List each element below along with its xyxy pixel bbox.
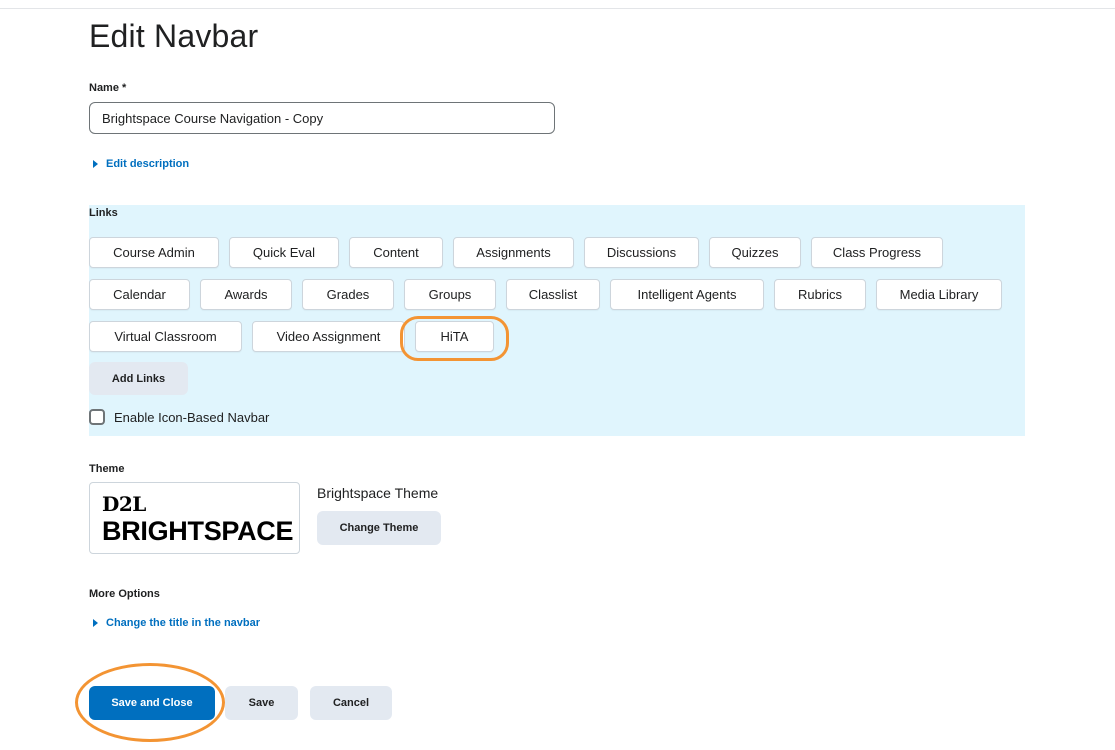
- link-chip[interactable]: Grades: [302, 279, 394, 310]
- theme-label: Theme: [89, 463, 125, 475]
- links-row-2: Calendar Awards Grades Groups Classlist …: [89, 279, 1002, 310]
- links-row-1: Course Admin Quick Eval Content Assignme…: [89, 237, 943, 268]
- more-options-label: More Options: [89, 588, 160, 600]
- link-chip[interactable]: Groups: [404, 279, 496, 310]
- add-links-button[interactable]: Add Links: [89, 362, 188, 395]
- icon-navbar-checkbox-label: Enable Icon-Based Navbar: [114, 409, 270, 425]
- theme-name: Brightspace Theme: [317, 485, 439, 501]
- links-row-3: Virtual Classroom Video Assignment HiTA: [89, 321, 494, 352]
- cancel-button[interactable]: Cancel: [310, 686, 392, 720]
- name-input[interactable]: [89, 102, 555, 134]
- caret-right-icon: [93, 160, 98, 168]
- icon-navbar-checkbox-row[interactable]: Enable Icon-Based Navbar: [89, 409, 269, 425]
- link-chip[interactable]: Quick Eval: [229, 237, 339, 268]
- link-chip[interactable]: Quizzes: [709, 237, 801, 268]
- link-chip[interactable]: Discussions: [584, 237, 699, 268]
- icon-navbar-checkbox[interactable]: [89, 409, 105, 425]
- theme-preview-card: D2L BRIGHTSPACE: [89, 482, 300, 554]
- name-label: Name *: [89, 82, 127, 94]
- save-and-close-button[interactable]: Save and Close: [89, 686, 215, 720]
- link-chip[interactable]: Rubrics: [774, 279, 866, 310]
- link-chip[interactable]: Assignments: [453, 237, 574, 268]
- change-title-label: Change the title in the navbar: [106, 617, 261, 629]
- links-label: Links: [89, 207, 118, 219]
- link-chip[interactable]: Classlist: [506, 279, 600, 310]
- top-divider: [0, 8, 1115, 9]
- edit-description-label: Edit description: [106, 158, 190, 170]
- change-title-toggle[interactable]: Change the title in the navbar: [89, 617, 260, 629]
- caret-right-icon: [93, 619, 98, 627]
- link-chip[interactable]: Class Progress: [811, 237, 943, 268]
- link-chip[interactable]: Media Library: [876, 279, 1002, 310]
- save-button[interactable]: Save: [225, 686, 298, 720]
- d2l-logo-text: D2L: [102, 492, 146, 516]
- link-chip[interactable]: Content: [349, 237, 443, 268]
- link-chip[interactable]: Intelligent Agents: [610, 279, 764, 310]
- link-chip[interactable]: Video Assignment: [252, 321, 405, 352]
- link-chip-hita[interactable]: HiTA: [415, 321, 494, 352]
- link-chip[interactable]: Awards: [200, 279, 292, 310]
- page-title: Edit Navbar: [89, 18, 259, 54]
- edit-description-toggle[interactable]: Edit description: [89, 158, 189, 170]
- link-chip[interactable]: Course Admin: [89, 237, 219, 268]
- link-chip[interactable]: Virtual Classroom: [89, 321, 242, 352]
- brightspace-logo-text: BRIGHTSPACE: [102, 516, 294, 546]
- link-chip[interactable]: Calendar: [89, 279, 190, 310]
- change-theme-button[interactable]: Change Theme: [317, 511, 441, 545]
